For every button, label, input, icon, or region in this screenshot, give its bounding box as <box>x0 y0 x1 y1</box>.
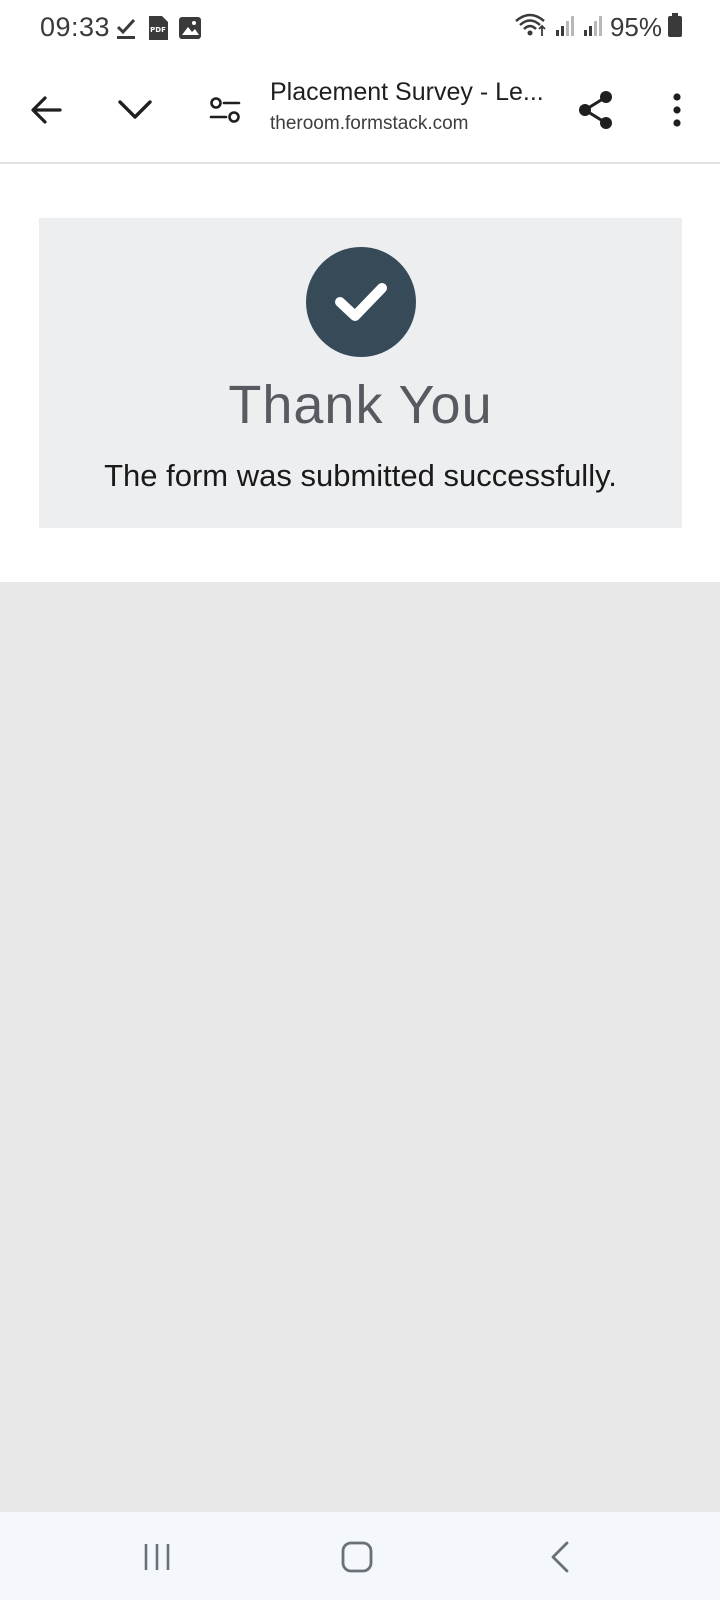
system-navigation-bar <box>0 1511 720 1600</box>
home-button[interactable] <box>327 1532 387 1582</box>
page-title-block[interactable]: Placement Survey - Le... theroom.formsta… <box>270 78 560 135</box>
page-info-button[interactable] <box>195 80 255 140</box>
page-url: theroom.formstack.com <box>270 113 469 134</box>
confirmation-card: Thank You The form was submitted success… <box>39 218 682 528</box>
share-icon <box>579 91 612 129</box>
page-settings-icon <box>209 97 241 123</box>
browser-toolbar: Placement Survey - Le... theroom.formsta… <box>0 58 720 164</box>
page-title: Placement Survey - Le... <box>270 78 544 106</box>
more-options-button[interactable] <box>647 80 707 140</box>
battery-percent: 95% <box>609 12 662 42</box>
signal-icon-2 <box>582 13 604 42</box>
wifi-icon <box>514 12 548 43</box>
recent-apps-icon <box>144 1544 170 1570</box>
status-notification-icons: PDF <box>114 15 202 41</box>
page-background <box>0 582 720 1511</box>
share-button[interactable] <box>566 80 626 140</box>
home-icon <box>341 1541 373 1573</box>
pdf-file-icon: PDF <box>146 15 170 41</box>
image-icon <box>178 15 202 41</box>
status-bar: 09:33 PDF 95% <box>0 0 720 58</box>
confirmation-title: Thank You <box>228 375 493 435</box>
status-system-icons: 95% <box>514 12 682 43</box>
battery-icon <box>668 13 682 42</box>
signal-icon-1 <box>554 13 576 42</box>
more-vert-icon <box>673 93 681 127</box>
back-button[interactable] <box>16 80 76 140</box>
system-back-button[interactable] <box>530 1532 590 1582</box>
minimize-button[interactable] <box>105 80 165 140</box>
back-icon <box>551 1541 569 1573</box>
status-time: 09:33 <box>40 12 111 42</box>
check-circle-icon <box>306 247 416 357</box>
recent-apps-button[interactable] <box>127 1532 187 1582</box>
confirmation-message: The form was submitted successfully. <box>104 458 617 493</box>
chevron-down-icon <box>118 100 152 119</box>
web-content: Thank You The form was submitted success… <box>0 165 720 582</box>
svg-text:PDF: PDF <box>150 26 166 34</box>
back-arrow-icon <box>31 96 62 124</box>
checkmark-download-icon <box>114 15 138 41</box>
